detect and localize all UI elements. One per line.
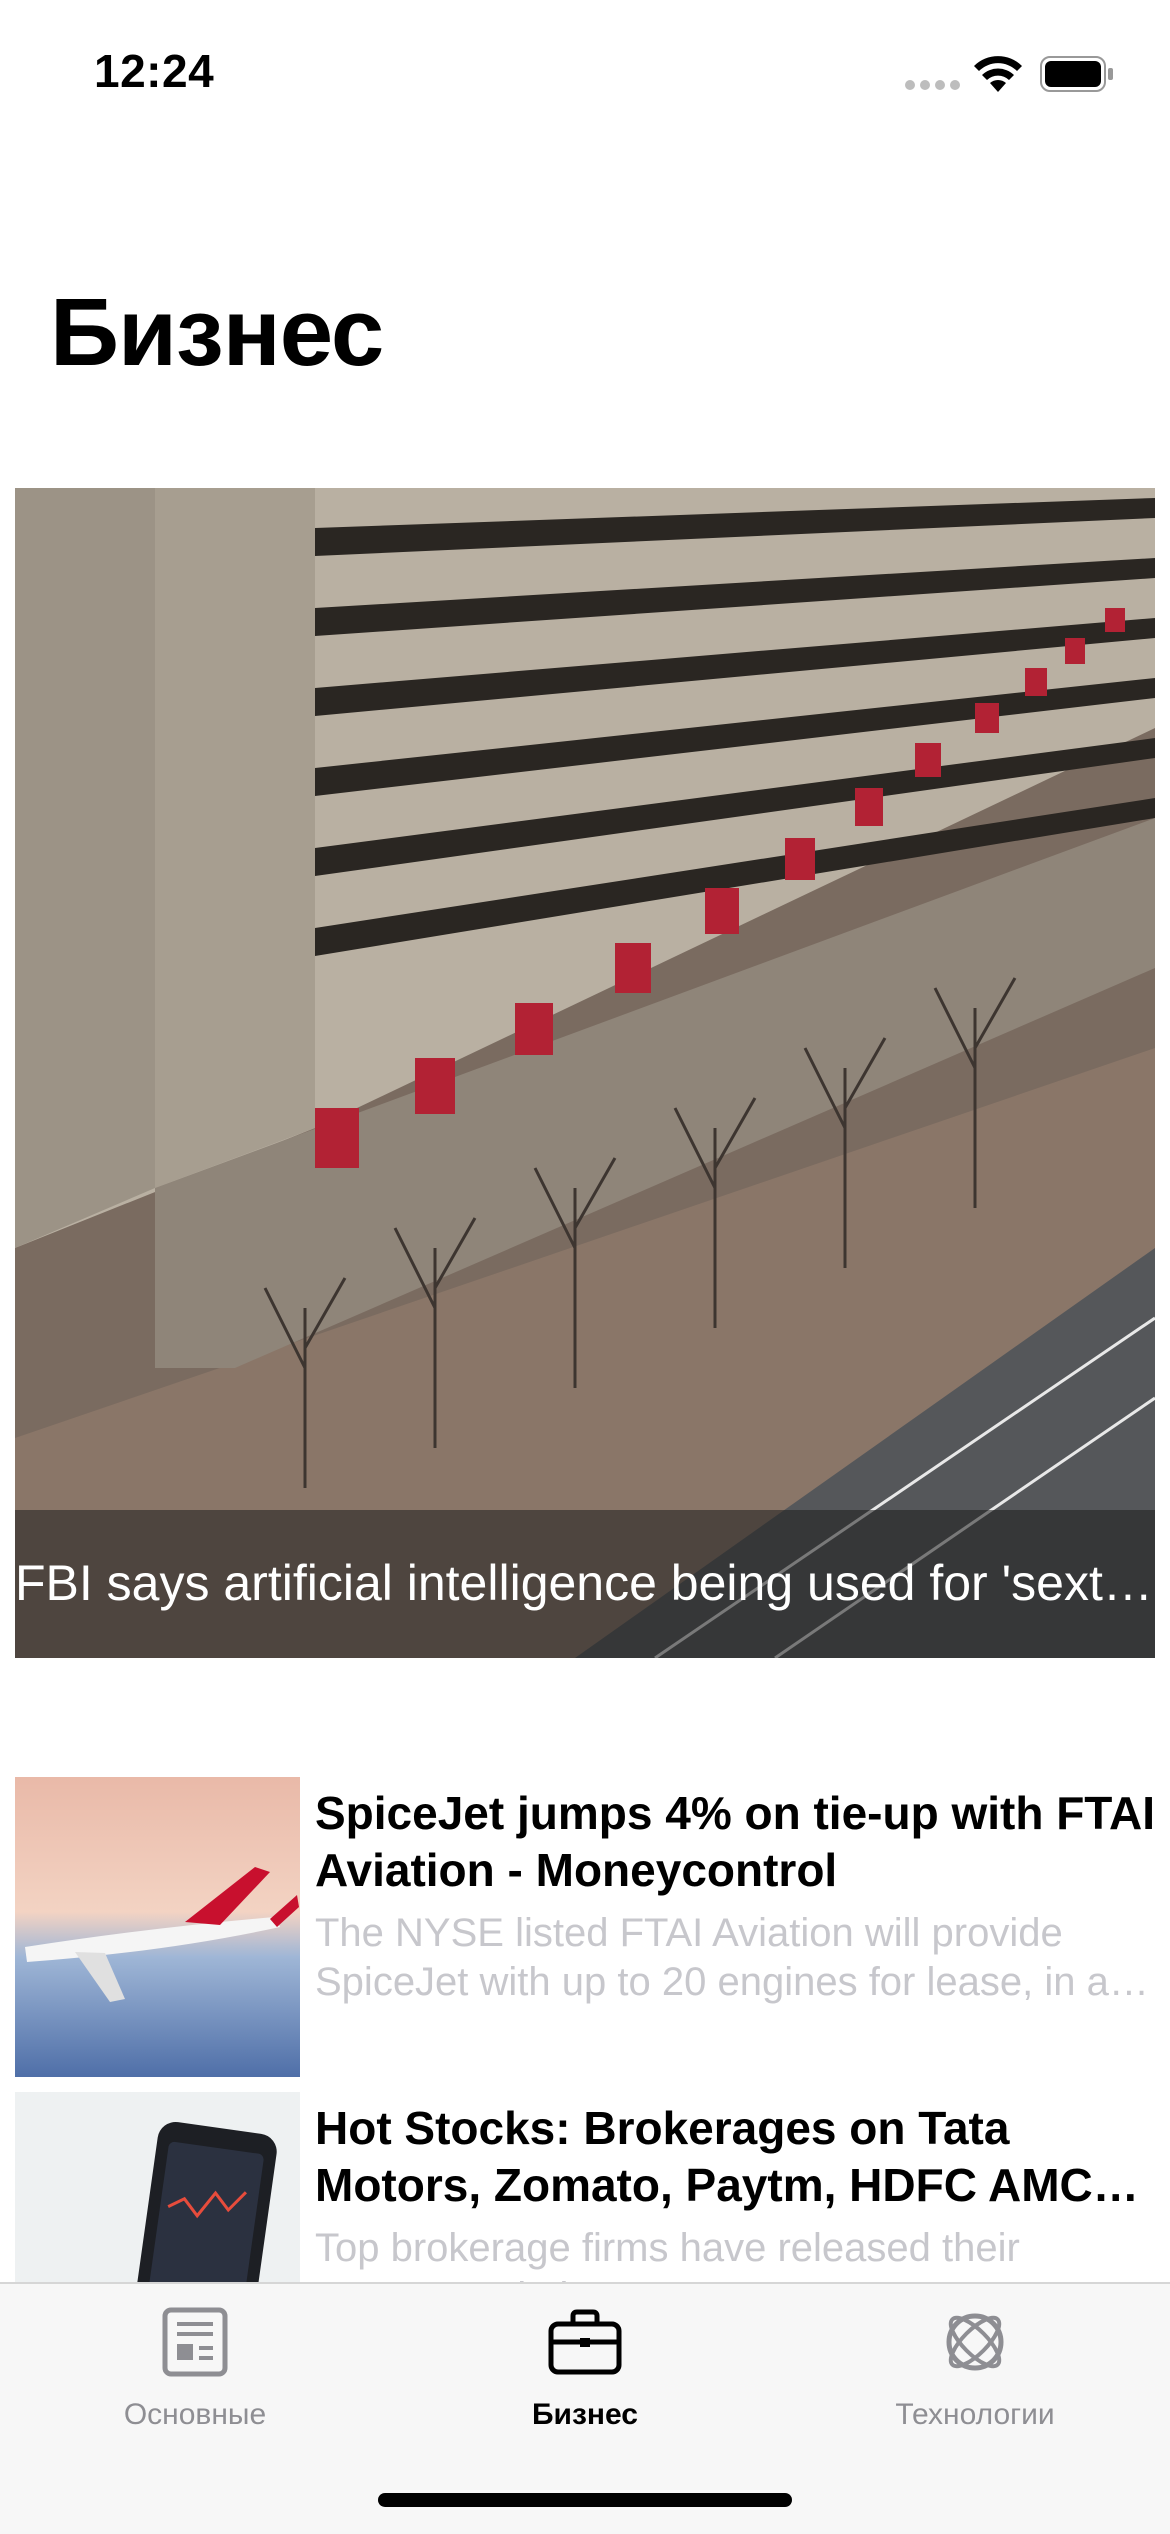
newspaper-icon (162, 2307, 228, 2377)
status-bar: 12:24 (0, 0, 1170, 150)
tab-main[interactable]: Основные (0, 2302, 390, 2442)
cellular-signal-icon (905, 80, 961, 92)
wifi-icon (974, 56, 1022, 92)
status-time: 12:24 (94, 45, 215, 97)
hero-headline: FBI says artificial intelligence being u… (15, 1555, 1155, 1611)
atom-icon (946, 2313, 1004, 2371)
page-title: Бизнес (50, 279, 384, 386)
tab-business[interactable]: Бизнес (390, 2302, 780, 2442)
hero-image (15, 488, 1155, 1658)
news-text-block: SpiceJet jumps 4% on tie-up with FTAI Av… (315, 1785, 1160, 2007)
tab-technology[interactable]: Технологии (780, 2302, 1170, 2442)
news-title: SpiceJet jumps 4% on tie-up with FTAI Av… (315, 1787, 1155, 1896)
tab-label: Основные (123, 2398, 267, 2431)
news-title: Hot Stocks: Brokerages on Tata Motors, Z… (315, 2102, 1093, 2211)
tab-label: Бизнес (531, 2398, 638, 2431)
home-indicator (378, 2493, 792, 2507)
news-description: The NYSE listed FTAI Aviation will provi… (315, 1911, 1109, 2004)
tab-label: Технологии (895, 2398, 1055, 2431)
briefcase-icon (548, 2309, 622, 2375)
list-item[interactable]: SpiceJet jumps 4% on tie-up with FTAI Av… (15, 1777, 1160, 2077)
hero-article-card[interactable]: FBI says artificial intelligence being u… (15, 488, 1155, 1658)
news-thumbnail (15, 1777, 300, 2077)
battery-icon (1040, 56, 1113, 92)
